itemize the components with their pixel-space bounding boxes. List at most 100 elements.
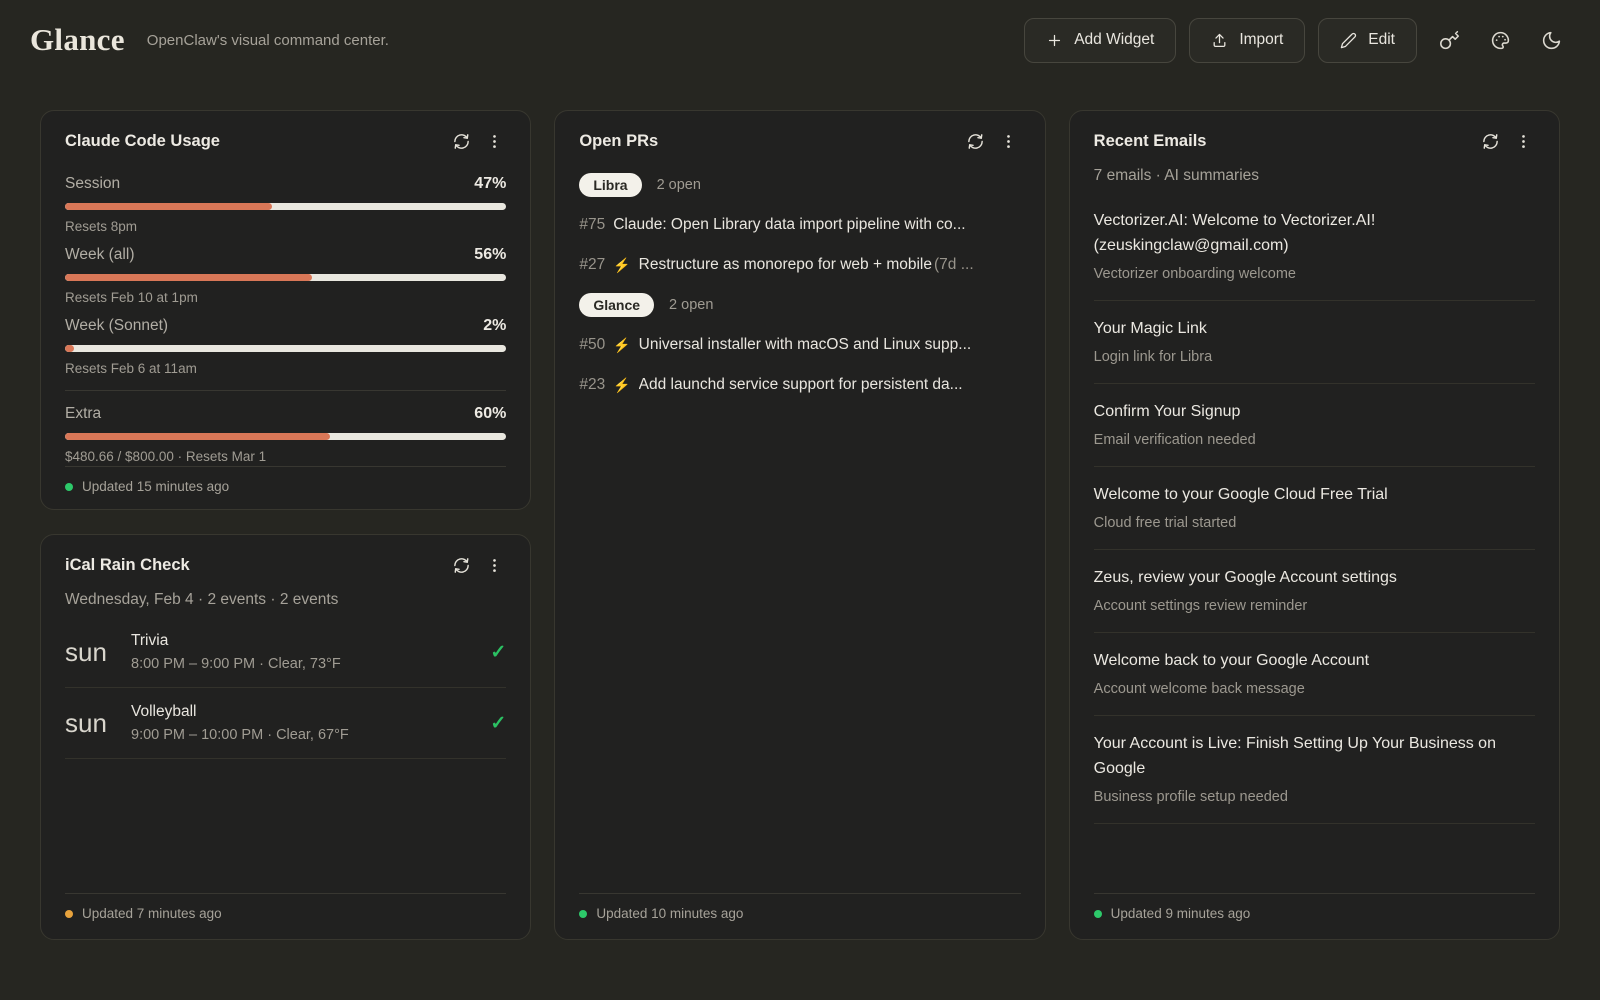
refresh-button[interactable] [449, 553, 473, 577]
metric-subtext: Resets Feb 10 at 1pm [65, 289, 506, 307]
app-tagline: OpenClaw's visual command center. [147, 32, 389, 49]
refresh-button[interactable] [449, 129, 473, 153]
repo-open-count: 2 open [669, 297, 713, 313]
email-row[interactable]: Welcome to your Google Cloud Free Trial … [1094, 467, 1535, 550]
kebab-menu-button[interactable] [482, 553, 506, 577]
repo-badge: Glance [579, 293, 654, 317]
email-subject: Confirm Your Signup [1094, 399, 1535, 424]
check-icon: ✓ [490, 641, 506, 664]
card-footer: Updated 15 minutes ago [65, 466, 506, 494]
edit-button[interactable]: Edit [1318, 18, 1417, 63]
dark-mode-button[interactable] [1532, 21, 1570, 59]
status-dot [65, 910, 73, 918]
card-header: iCal Rain Check [65, 553, 506, 577]
left-column: Claude Code Usage Session 47% [40, 110, 531, 940]
header-actions: Add Widget Import Edit [1024, 18, 1570, 63]
usage-metric-list: Session 47% Resets 8pm Week (all) 5 [65, 165, 506, 466]
pr-row[interactable]: #50 ⚡ Universal installer with macOS and… [579, 325, 1020, 365]
kebab-menu-button[interactable] [1511, 129, 1535, 153]
metric-subtext: $480.66 / $800.00 · Resets Mar 1 [65, 448, 506, 466]
pr-number: #27 [579, 256, 605, 274]
email-summary-line: 7 emails · AI summaries [1094, 167, 1535, 185]
api-key-button[interactable] [1430, 21, 1468, 59]
import-button[interactable]: Import [1189, 18, 1305, 63]
email-subject: Welcome back to your Google Account [1094, 648, 1535, 673]
event-detail: 8:00 PM – 9:00 PM · Clear, 73°F [131, 656, 474, 672]
middle-column: Open PRs Libra 2 open [554, 110, 1045, 940]
status-text: Updated 10 minutes ago [596, 906, 743, 921]
kebab-icon [485, 132, 504, 151]
repo-open-count: 2 open [657, 177, 701, 193]
pr-row[interactable]: #23 ⚡ Add launchd service support for pe… [579, 365, 1020, 405]
email-ai-summary: Business profile setup needed [1094, 788, 1535, 807]
card-actions [449, 553, 506, 577]
pr-number: #75 [579, 216, 605, 234]
email-row[interactable]: Zeus, review your Google Account setting… [1094, 550, 1535, 633]
pr-age: (7d ... [934, 256, 974, 274]
metric-label: Week (Sonnet) [65, 315, 168, 337]
card-footer: Updated 10 minutes ago [579, 893, 1020, 921]
event-detail: 9:00 PM – 10:00 PM · Clear, 67°F [131, 727, 474, 743]
metric-subtext: Resets 8pm [65, 218, 506, 236]
pr-list: #75 Claude: Open Library data import pip… [579, 205, 1020, 285]
open-prs-widget: Open PRs Libra 2 open [554, 110, 1045, 940]
email-row[interactable]: Your Magic Link Login link for Libra [1094, 301, 1535, 384]
add-widget-button[interactable]: Add Widget [1024, 18, 1176, 63]
calendar-event-row: sun Trivia 8:00 PM – 9:00 PM · Clear, 73… [65, 617, 506, 688]
email-row[interactable]: Welcome back to your Google Account Acco… [1094, 633, 1535, 716]
email-subject: Vectorizer.AI: Welcome to Vectorizer.AI!… [1094, 208, 1535, 258]
progress-bar [65, 345, 506, 352]
repo-badge: Libra [579, 173, 641, 197]
usage-metric: Week (all) 56% Resets Feb 10 at 1pm [65, 244, 506, 307]
pr-number: #23 [579, 376, 605, 394]
section-divider [65, 390, 506, 391]
progress-bar [65, 433, 506, 440]
pr-title: Restructure as monorepo for web + mobile [639, 256, 932, 274]
ical-rain-check-widget: iCal Rain Check Wednesday, Feb 4 · 2 eve… [40, 534, 531, 940]
status-dot [65, 483, 73, 491]
lightning-bolt-icon: ⚡ [613, 257, 630, 274]
pr-title: Claude: Open Library data import pipelin… [613, 216, 965, 234]
progress-fill [65, 433, 330, 440]
weather-sun-icon: sun [65, 639, 115, 665]
weather-sun-icon: sun [65, 710, 115, 736]
calendar-summary: Wednesday, Feb 4 · 2 events · 2 events [65, 591, 506, 609]
pr-title: Universal installer with macOS and Linux… [639, 336, 972, 354]
lightning-bolt-icon: ⚡ [613, 337, 630, 354]
kebab-menu-button[interactable] [482, 129, 506, 153]
progress-fill [65, 274, 312, 281]
email-subject: Zeus, review your Google Account setting… [1094, 565, 1535, 590]
kebab-icon [999, 132, 1018, 151]
calendar-event-row: sun Volleyball 9:00 PM – 10:00 PM · Clea… [65, 688, 506, 759]
kebab-menu-button[interactable] [997, 129, 1021, 153]
refresh-button[interactable] [1478, 129, 1502, 153]
card-header: Open PRs [579, 129, 1020, 153]
metric-value: 60% [474, 403, 506, 425]
progress-fill [65, 345, 74, 352]
usage-metric: Session 47% Resets 8pm [65, 173, 506, 236]
claude-code-usage-widget: Claude Code Usage Session 47% [40, 110, 531, 510]
email-row[interactable]: Your Account is Live: Finish Setting Up … [1094, 716, 1535, 824]
card-title: iCal Rain Check [65, 556, 190, 575]
email-row[interactable]: Vectorizer.AI: Welcome to Vectorizer.AI!… [1094, 193, 1535, 301]
card-actions [964, 129, 1021, 153]
refresh-icon [966, 132, 985, 151]
pr-row[interactable]: #75 Claude: Open Library data import pip… [579, 205, 1020, 245]
pr-row[interactable]: #27 ⚡ Restructure as monorepo for web + … [579, 245, 1020, 285]
refresh-icon [1481, 132, 1500, 151]
metric-header: Session 47% [65, 173, 506, 195]
pr-group-list: Libra 2 open #75 Claude: Open Library da… [579, 165, 1020, 409]
metric-label: Week (all) [65, 244, 134, 266]
progress-bar [65, 274, 506, 281]
card-footer: Updated 9 minutes ago [1094, 893, 1535, 921]
refresh-button[interactable] [964, 129, 988, 153]
repo-header: Libra 2 open [579, 173, 1020, 197]
metric-label: Extra [65, 403, 101, 425]
theme-palette-button[interactable] [1481, 21, 1519, 59]
dashboard-grid: Claude Code Usage Session 47% [0, 80, 1600, 940]
metric-subtext: Resets Feb 6 at 11am [65, 360, 506, 378]
lightning-bolt-icon: ⚡ [613, 377, 630, 394]
pr-number: #50 [579, 336, 605, 354]
palette-icon [1490, 30, 1511, 51]
email-row[interactable]: Confirm Your Signup Email verification n… [1094, 384, 1535, 467]
